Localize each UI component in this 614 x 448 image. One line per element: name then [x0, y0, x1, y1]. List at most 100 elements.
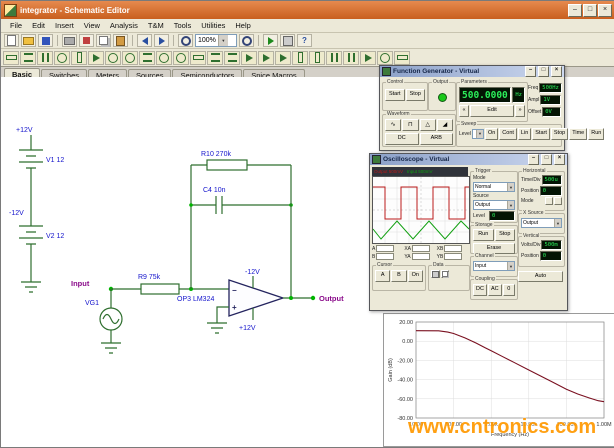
- fg-titlebar[interactable]: Function Generator - Virtual – □ ×: [380, 66, 564, 77]
- capacitor-c4[interactable]: C4 10n: [189, 165, 293, 289]
- component-led-button[interactable]: [258, 51, 274, 65]
- menu-help[interactable]: Help: [230, 20, 255, 31]
- help-button[interactable]: ?: [297, 34, 312, 47]
- triangle-wave-button[interactable]: △: [420, 119, 436, 131]
- component-jfet-button[interactable]: [343, 51, 359, 65]
- component-wire-button[interactable]: [3, 51, 19, 65]
- component-npn-button[interactable]: [292, 51, 308, 65]
- component-relay-button[interactable]: [207, 51, 223, 65]
- component-fuse-button[interactable]: [394, 51, 410, 65]
- menu-edit[interactable]: Edit: [27, 20, 50, 31]
- component-battery-button[interactable]: [71, 51, 87, 65]
- component-mosfet-button[interactable]: [326, 51, 342, 65]
- zoom-in-button[interactable]: [239, 34, 254, 47]
- new-file-button[interactable]: [4, 34, 19, 47]
- output-led[interactable]: [438, 93, 447, 102]
- menu-file[interactable]: File: [5, 20, 27, 31]
- component-capacitor-button[interactable]: [37, 51, 53, 65]
- close-button[interactable]: ×: [598, 4, 612, 17]
- x-source-combo[interactable]: Output▼: [521, 218, 562, 228]
- component-current-source-button[interactable]: [122, 51, 138, 65]
- menu-utilities[interactable]: Utilities: [196, 20, 230, 31]
- channel-combo[interactable]: Input▼: [473, 261, 515, 271]
- scope-maximize-button[interactable]: □: [541, 154, 552, 165]
- component-inductor-button[interactable]: [54, 51, 70, 65]
- grid-toggle-button[interactable]: [280, 34, 295, 47]
- cursor-on-button[interactable]: On: [408, 270, 423, 282]
- menu-insert[interactable]: Insert: [50, 20, 79, 31]
- h-mode-button-1[interactable]: [545, 197, 553, 205]
- data-export-button[interactable]: [431, 270, 440, 278]
- component-pnp-button[interactable]: [309, 51, 325, 65]
- chevron-down-icon[interactable]: ▼: [218, 35, 228, 46]
- trigger-source-combo[interactable]: Output▼: [473, 200, 515, 210]
- oscilloscope-window[interactable]: Oscilloscope - Virtual – □ × Output 500m…: [369, 153, 568, 311]
- chevron-down-icon[interactable]: ▼: [507, 201, 514, 209]
- dc-button[interactable]: DC: [385, 133, 419, 145]
- sweep-stop-button[interactable]: Stop: [551, 128, 568, 140]
- component-ammeter-button[interactable]: [173, 51, 189, 65]
- coupling-gnd-button[interactable]: 0: [503, 284, 515, 296]
- sine-wave-button[interactable]: ∿: [385, 119, 401, 131]
- battery-v1[interactable]: +12V V1 12: [16, 127, 64, 223]
- edit-prev-button[interactable]: «: [459, 105, 469, 117]
- resistor-r10[interactable]: R10 270k: [191, 151, 291, 298]
- edit-button[interactable]: Edit: [470, 105, 514, 117]
- component-ground-button[interactable]: [88, 51, 104, 65]
- chevron-down-icon[interactable]: ▼: [476, 130, 483, 138]
- component-opamp-button[interactable]: [360, 51, 376, 65]
- function-generator-window[interactable]: Function Generator - Virtual – □ × Contr…: [379, 65, 565, 151]
- vg1-source[interactable]: Input VG1: [71, 279, 122, 353]
- battery-v2[interactable]: -12V V2 12: [9, 210, 64, 292]
- opamp-op3[interactable]: − + -12V +12V OP3 LM324: [177, 269, 283, 333]
- cursor-a-button[interactable]: A: [375, 270, 390, 282]
- redo-button[interactable]: [154, 34, 169, 47]
- trigger-mode-combo[interactable]: Normal▼: [473, 182, 515, 192]
- run-analysis-button[interactable]: [263, 34, 278, 47]
- cursor-b-button[interactable]: B: [391, 270, 406, 282]
- sweep-run-button[interactable]: Run: [588, 128, 604, 140]
- sweep-on-button[interactable]: On: [485, 128, 498, 140]
- sweep-lin-button[interactable]: Lin: [518, 128, 531, 140]
- fg-minimize-button[interactable]: –: [525, 66, 536, 77]
- component-transformer-button[interactable]: [377, 51, 393, 65]
- scope-close-button[interactable]: ×: [554, 154, 565, 165]
- component-resistor-button[interactable]: [20, 51, 36, 65]
- menu-view[interactable]: View: [79, 20, 105, 31]
- zoom-out-button[interactable]: [178, 34, 193, 47]
- scope-titlebar[interactable]: Oscilloscope - Virtual – □ ×: [370, 154, 567, 165]
- edit-next-button[interactable]: »: [515, 105, 525, 117]
- open-file-button[interactable]: [21, 34, 36, 47]
- coupling-dc-button[interactable]: DC: [473, 284, 487, 296]
- component-potentiometer-button[interactable]: [224, 51, 240, 65]
- chevron-down-icon[interactable]: ▼: [507, 262, 514, 270]
- paste-button[interactable]: [113, 34, 128, 47]
- chevron-down-icon[interactable]: ▼: [507, 183, 514, 191]
- fg-close-button[interactable]: ×: [551, 66, 562, 77]
- auto-button[interactable]: Auto: [518, 271, 563, 282]
- print-button[interactable]: [62, 34, 77, 47]
- component-generator-button[interactable]: [139, 51, 155, 65]
- resistor-r9[interactable]: R9 75k: [111, 274, 229, 294]
- fg-maximize-button[interactable]: □: [538, 66, 549, 77]
- save-file-button[interactable]: [38, 34, 53, 47]
- scope-screen[interactable]: [372, 176, 470, 244]
- component-zener-button[interactable]: [275, 51, 291, 65]
- cut-button[interactable]: [79, 34, 94, 47]
- scope-minimize-button[interactable]: –: [528, 154, 539, 165]
- square-wave-button[interactable]: ⊓: [402, 119, 418, 131]
- zoom-combo[interactable]: 100% ▼: [195, 34, 237, 47]
- menu-tm[interactable]: T&M: [143, 20, 169, 31]
- arb-button[interactable]: ARB: [420, 133, 454, 145]
- output-node[interactable]: Output: [283, 294, 344, 303]
- sweep-cont-button[interactable]: Cont: [499, 128, 517, 140]
- sweep-level-combo[interactable]: ▼: [472, 129, 484, 139]
- chevron-down-icon[interactable]: ▼: [554, 219, 561, 227]
- fg-start-button[interactable]: Start: [385, 89, 405, 101]
- undo-button[interactable]: [137, 34, 152, 47]
- storage-run-button[interactable]: Run: [473, 229, 494, 241]
- component-voltmeter-button[interactable]: [156, 51, 172, 65]
- sweep-start-button[interactable]: Start: [532, 128, 550, 140]
- data-copy-button[interactable]: [441, 270, 449, 278]
- coupling-ac-button[interactable]: AC: [488, 284, 502, 296]
